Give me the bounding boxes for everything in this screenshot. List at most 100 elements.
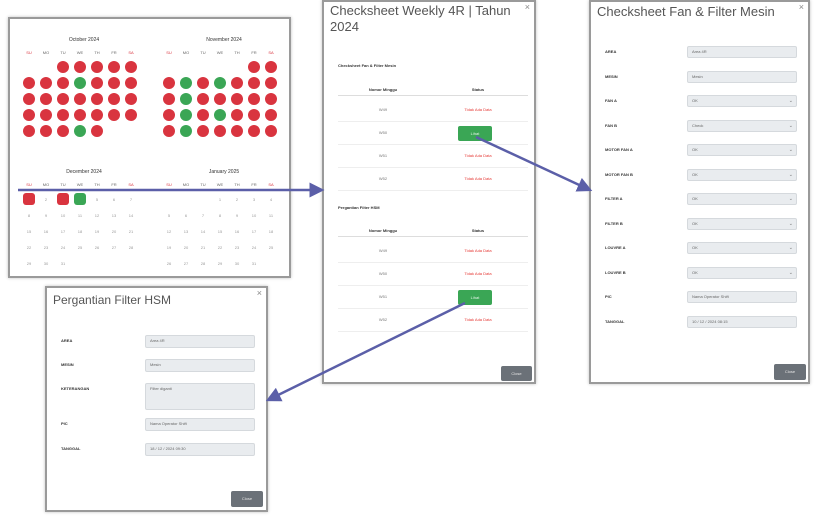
day-cell[interactable] [57,109,69,121]
day-cell[interactable] [197,125,209,137]
field-label: TANGGAL [61,446,81,451]
day-number: 19 [94,229,100,234]
day-cell[interactable] [23,125,35,137]
day-cell[interactable] [57,193,69,205]
field-select[interactable]: OK ⌄ [687,168,797,181]
view-button[interactable]: Lihat [458,290,492,305]
field-select[interactable]: Check ⌄ [687,119,797,132]
day-cell[interactable] [23,77,35,89]
day-cell[interactable] [248,61,260,73]
field-select[interactable]: OK ⌄ [687,193,797,205]
field-select[interactable]: OK ⌄ [687,242,797,254]
day-cell[interactable] [125,93,137,105]
day-cell[interactable] [108,61,120,73]
day-cell[interactable] [163,125,175,137]
field-input[interactable]: Area 4R [687,46,797,58]
day-number: 2 [44,197,48,202]
field-select[interactable]: OK ⌄ [687,95,797,107]
field-input[interactable]: Area 4R [145,335,255,348]
close-icon[interactable]: × [257,288,262,298]
close-button[interactable]: Close [231,491,263,507]
day-cell[interactable] [23,93,35,105]
day-cell[interactable] [108,77,120,89]
day-number: 30 [234,261,240,266]
field-input[interactable]: 18 / 12 / 2024 09:30 [145,443,255,456]
day-cell[interactable] [23,193,35,205]
day-cell[interactable] [214,109,226,121]
day-cell[interactable] [74,125,86,137]
day-cell[interactable] [74,93,86,105]
day-cell[interactable] [248,125,260,137]
close-icon[interactable]: × [799,2,804,12]
day-cell[interactable] [163,93,175,105]
day-cell[interactable] [231,93,243,105]
chevron-down-icon: ⌄ [788,269,793,276]
day-cell[interactable] [231,125,243,137]
day-cell[interactable] [74,77,86,89]
day-cell[interactable] [40,93,52,105]
field-input[interactable]: Nama Operator Shift [687,291,797,303]
day-cell[interactable] [91,109,103,121]
day-cell[interactable] [125,61,137,73]
day-cell[interactable] [248,93,260,105]
close-button[interactable]: Close [501,366,532,381]
field-input[interactable]: 10 / 12 / 2024 08:15 [687,315,797,328]
day-cell[interactable] [108,109,120,121]
day-cell[interactable] [108,93,120,105]
day-cell[interactable] [214,125,226,137]
day-cell[interactable] [91,125,103,137]
day-cell[interactable] [197,77,209,89]
day-cell[interactable] [57,93,69,105]
day-cell[interactable] [57,61,69,73]
day-cell[interactable] [180,125,192,137]
day-cell[interactable] [214,93,226,105]
day-cell[interactable] [23,109,35,121]
field-input[interactable]: Mesin [687,70,797,83]
day-cell[interactable] [57,77,69,89]
day-cell[interactable] [180,93,192,105]
day-cell[interactable] [180,77,192,89]
day-cell[interactable] [125,77,137,89]
day-cell[interactable] [197,109,209,121]
textarea-field[interactable]: Filter diganti [145,383,255,410]
day-cell[interactable] [180,109,192,121]
day-cell[interactable] [91,61,103,73]
day-cell[interactable] [91,77,103,89]
weekday-label: WE [216,50,224,55]
close-button[interactable]: Close [774,364,806,380]
week-number: W49 [378,248,388,253]
day-cell[interactable] [214,77,226,89]
day-cell[interactable] [163,109,175,121]
day-cell[interactable] [248,77,260,89]
day-number: 20 [111,229,117,234]
field-select[interactable]: OK ⌄ [687,266,797,279]
close-icon[interactable]: × [525,2,530,12]
day-cell[interactable] [74,109,86,121]
day-cell[interactable] [57,125,69,137]
day-cell[interactable] [265,93,277,105]
day-cell[interactable] [265,125,277,137]
day-cell[interactable] [231,77,243,89]
field-select[interactable]: OK ⌄ [687,144,797,156]
day-cell[interactable] [163,77,175,89]
field-input[interactable]: Nama Operator Shift [145,418,255,431]
day-cell[interactable] [91,93,103,105]
day-cell[interactable] [74,193,86,205]
field-select[interactable]: OK ⌄ [687,217,797,230]
day-number: 11 [268,213,274,218]
day-cell[interactable] [265,109,277,121]
day-cell[interactable] [40,77,52,89]
day-cell[interactable] [125,109,137,121]
day-cell[interactable] [74,61,86,73]
day-number: 13 [183,229,189,234]
day-cell[interactable] [197,93,209,105]
view-button[interactable]: Lihat [458,126,492,141]
day-number: 22 [26,245,32,250]
field-input[interactable]: Mesin [145,359,255,372]
day-cell[interactable] [248,109,260,121]
day-cell[interactable] [231,109,243,121]
day-cell[interactable] [40,125,52,137]
day-cell[interactable] [265,77,277,89]
day-cell[interactable] [265,61,277,73]
day-cell[interactable] [40,109,52,121]
